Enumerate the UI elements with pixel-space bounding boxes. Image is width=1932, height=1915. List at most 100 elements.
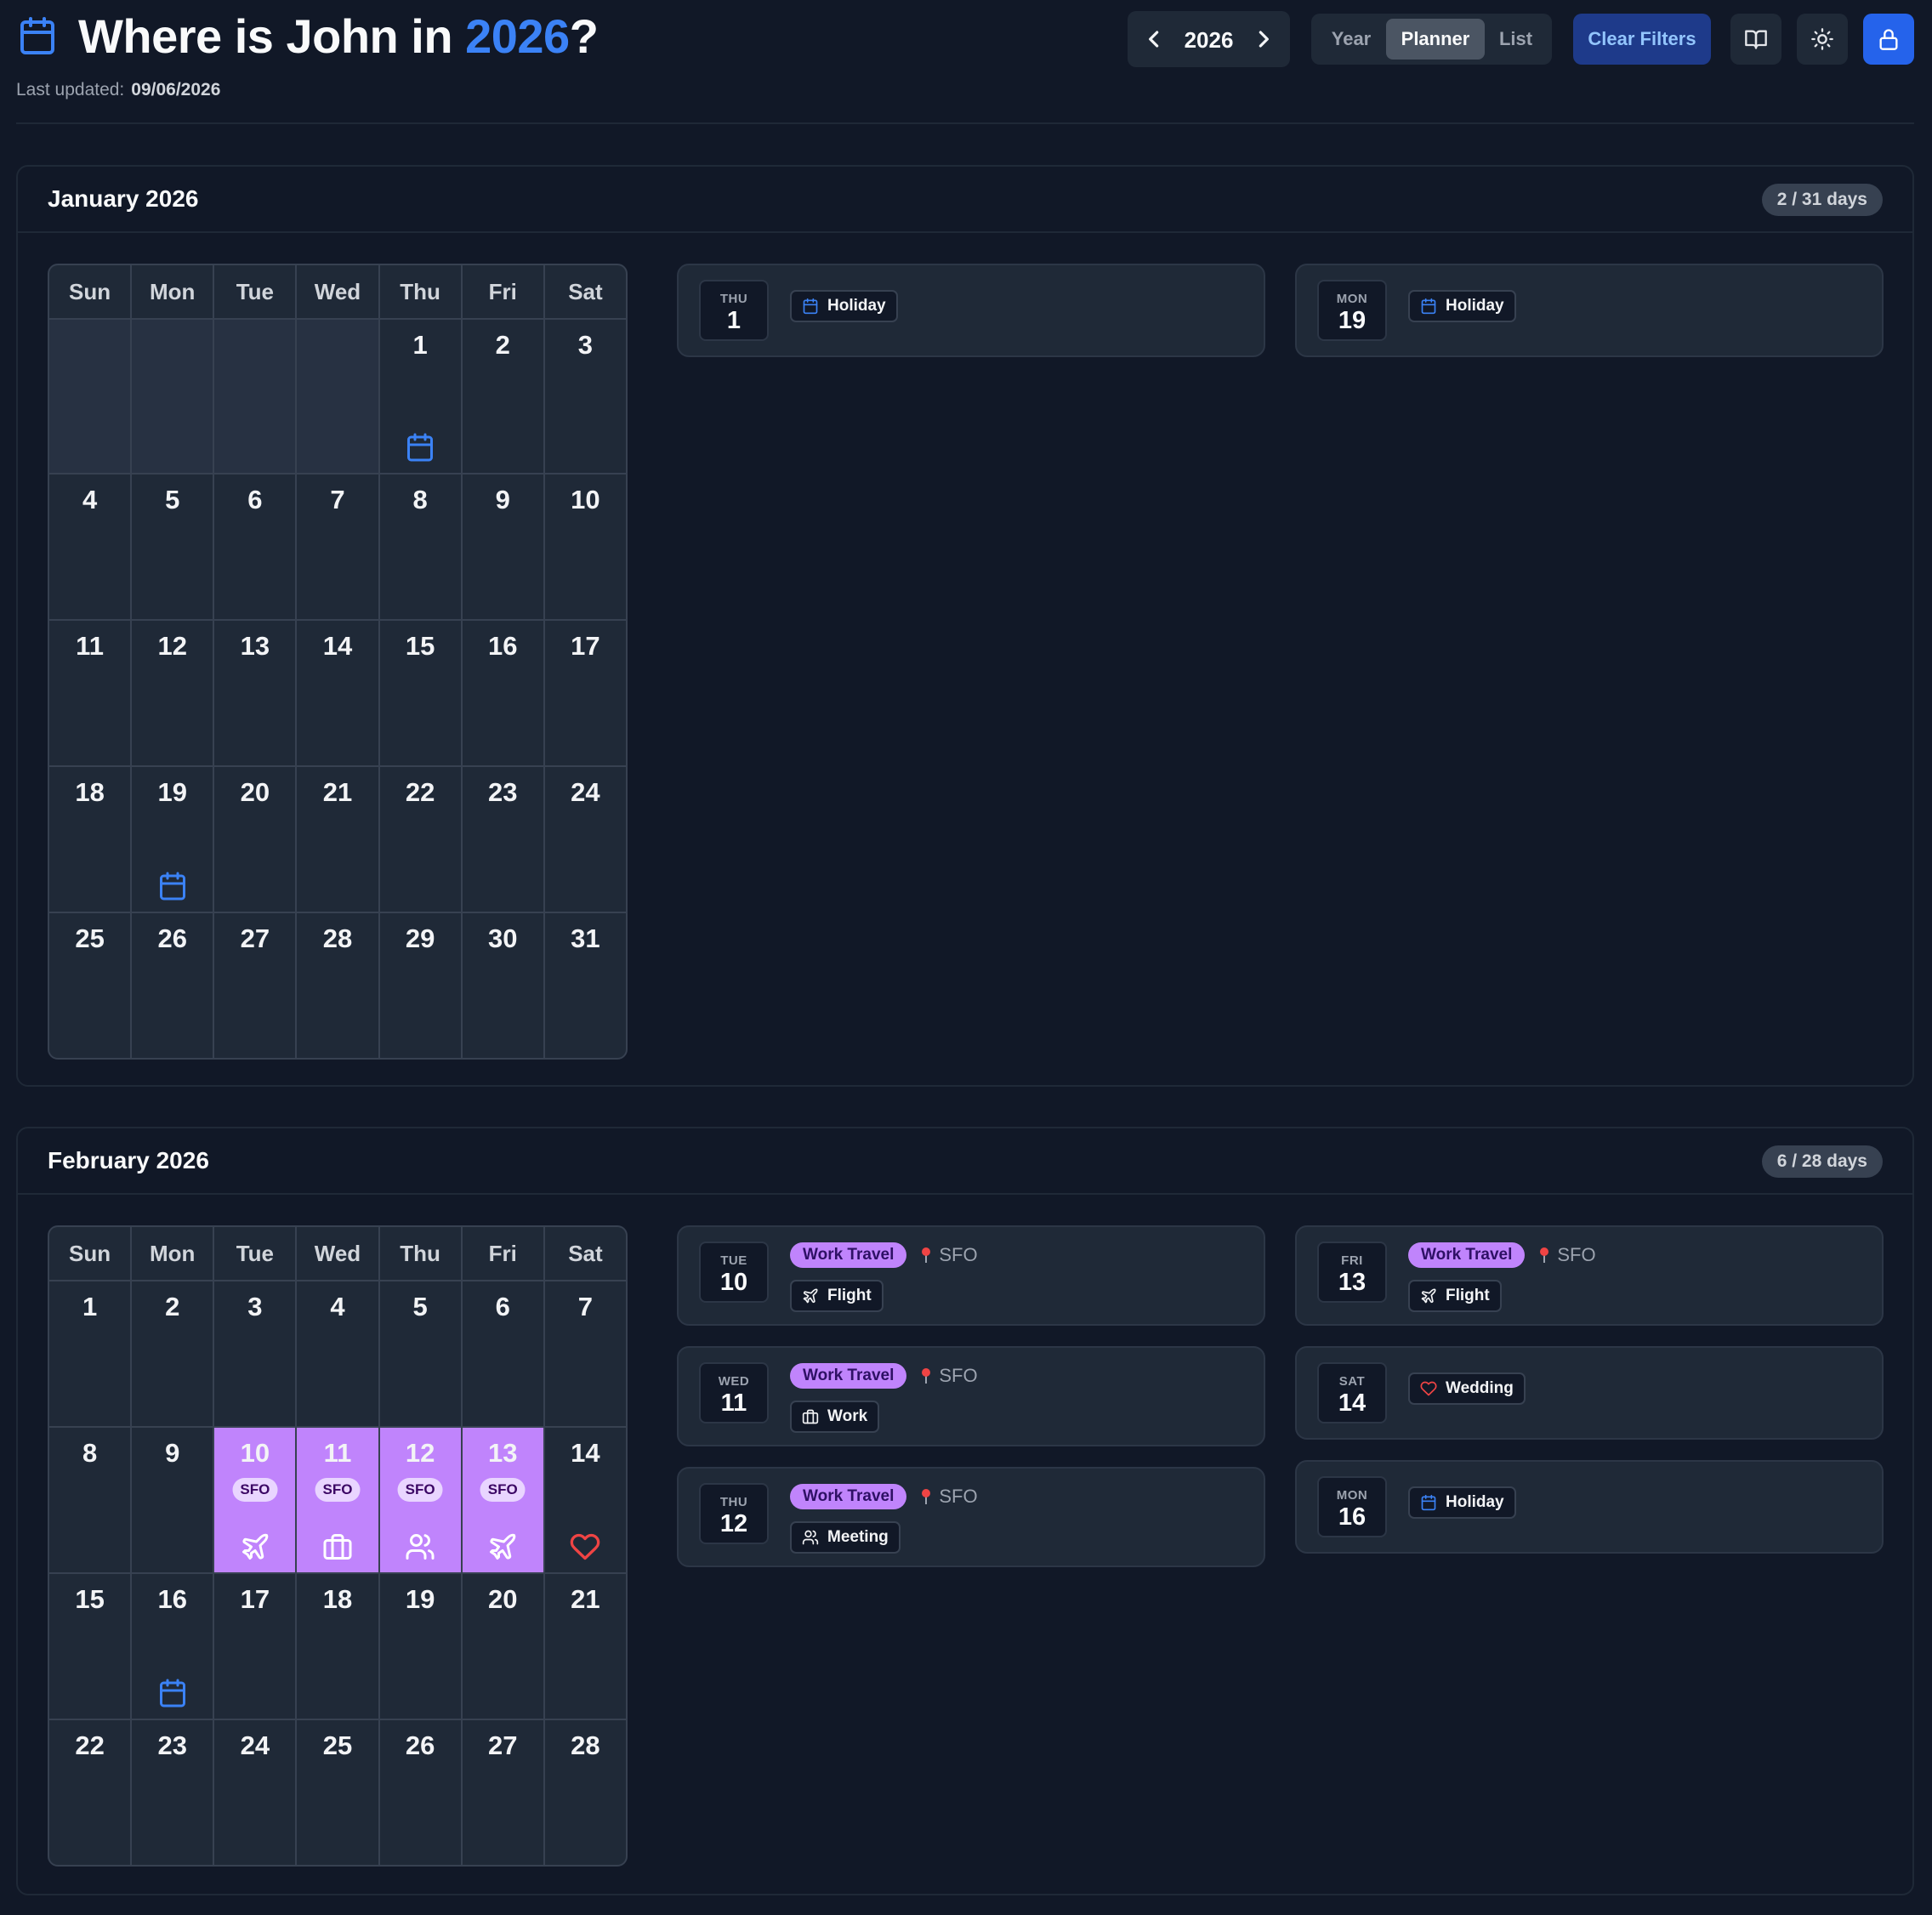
event-card[interactable]: THU 1 Holiday xyxy=(677,264,1265,357)
day-cell[interactable]: 25 xyxy=(297,1720,378,1865)
day-cell[interactable]: 27 xyxy=(214,913,296,1058)
day-cell[interactable]: 20 xyxy=(462,1574,543,1719)
day-cell[interactable]: 19 xyxy=(132,767,213,912)
day-cell[interactable]: 4 xyxy=(297,1281,378,1426)
day-number: 5 xyxy=(165,485,180,514)
day-cell[interactable]: 14 xyxy=(297,621,378,765)
day-cell[interactable]: 5 xyxy=(379,1281,461,1426)
day-cell[interactable]: 22 xyxy=(379,767,461,912)
day-cell[interactable]: 14 xyxy=(544,1428,626,1572)
event-card[interactable]: WED 11 Work Travel SFO Work xyxy=(677,1346,1265,1446)
map-pin-icon xyxy=(920,1247,932,1264)
day-cell[interactable]: 1 xyxy=(379,320,461,473)
day-cell[interactable]: 15 xyxy=(49,1574,131,1719)
event-card[interactable]: MON 16 Holiday xyxy=(1295,1460,1884,1554)
day-cell[interactable]: 8 xyxy=(49,1428,131,1572)
day-cell[interactable]: 22 xyxy=(49,1720,131,1865)
tab-list[interactable]: List xyxy=(1485,19,1547,60)
day-cell[interactable]: 16 xyxy=(132,1574,213,1719)
event-card[interactable]: TUE 10 Work Travel SFO Flight xyxy=(677,1225,1265,1326)
clear-filters-button[interactable]: Clear Filters xyxy=(1573,14,1711,65)
day-cell[interactable]: 12 SFO xyxy=(379,1428,461,1572)
day-cell[interactable]: 16 xyxy=(462,621,543,765)
day-cell[interactable]: 15 xyxy=(379,621,461,765)
day-cell[interactable]: 2 xyxy=(462,320,543,473)
weekday-label: Thu xyxy=(379,265,461,318)
event-card[interactable]: MON 19 Holiday xyxy=(1295,264,1884,357)
day-cell[interactable]: 25 xyxy=(49,913,131,1058)
day-cell[interactable]: 26 xyxy=(132,913,213,1058)
day-cell[interactable]: 4 xyxy=(49,474,131,619)
day-cell[interactable]: 21 xyxy=(544,1574,626,1719)
day-cell[interactable]: 5 xyxy=(132,474,213,619)
day-cell[interactable]: 19 xyxy=(379,1574,461,1719)
event-tags: Meeting xyxy=(790,1521,901,1554)
tab-planner[interactable]: Planner xyxy=(1386,19,1485,60)
event-card[interactable]: SAT 14 Wedding xyxy=(1295,1346,1884,1440)
event-day: 12 xyxy=(719,1510,748,1537)
month-day-count: 6 / 28 days xyxy=(1761,1145,1883,1178)
day-cell[interactable]: 18 xyxy=(49,767,131,912)
day-cell[interactable]: 26 xyxy=(379,1720,461,1865)
day-cell[interactable]: 7 xyxy=(297,474,378,619)
theme-toggle-button[interactable] xyxy=(1797,14,1848,65)
day-number: 10 xyxy=(571,485,600,514)
day-cell[interactable]: 11 SFO xyxy=(297,1428,378,1572)
day-cell[interactable]: 2 xyxy=(132,1281,213,1426)
weekday-label: Sat xyxy=(544,265,626,318)
header-divider xyxy=(16,122,1914,124)
day-cell[interactable]: 13 xyxy=(214,621,296,765)
day-cell[interactable]: 7 xyxy=(544,1281,626,1426)
day-cell[interactable]: 8 xyxy=(379,474,461,619)
day-cell[interactable]: 18 xyxy=(297,1574,378,1719)
event-meta: Work Travel SFO xyxy=(790,1242,978,1268)
event-tags: Holiday xyxy=(1408,290,1516,322)
day-cell[interactable]: 6 xyxy=(462,1281,543,1426)
day-cell[interactable]: 28 xyxy=(297,913,378,1058)
day-cell[interactable]: 17 xyxy=(214,1574,296,1719)
day-number: 6 xyxy=(247,485,263,514)
title-prefix: Where is John in xyxy=(78,9,466,63)
category-badge: Work Travel xyxy=(1408,1242,1526,1268)
day-cell[interactable]: 20 xyxy=(214,767,296,912)
lock-button[interactable] xyxy=(1863,14,1914,65)
day-number: 8 xyxy=(82,1438,98,1468)
day-number: 27 xyxy=(488,1730,518,1760)
day-number: 21 xyxy=(322,777,353,807)
day-cell[interactable]: 24 xyxy=(544,767,626,912)
day-cell[interactable]: 27 xyxy=(462,1720,543,1865)
day-cell[interactable]: 11 xyxy=(49,621,131,765)
event-card[interactable]: FRI 13 Work Travel SFO Flight xyxy=(1295,1225,1884,1326)
day-cell[interactable]: 30 xyxy=(462,913,543,1058)
day-cell[interactable]: 3 xyxy=(544,320,626,473)
event-tag: Wedding xyxy=(1408,1372,1526,1405)
chevron-right-icon[interactable] xyxy=(1249,26,1276,53)
day-cell[interactable]: 12 xyxy=(132,621,213,765)
day-cell[interactable]: 29 xyxy=(379,913,461,1058)
event-tag-label: Flight xyxy=(1446,1287,1490,1304)
event-card[interactable]: THU 12 Work Travel SFO Meeting xyxy=(677,1467,1265,1567)
chevron-left-icon[interactable] xyxy=(1141,26,1168,53)
day-cell[interactable]: 6 xyxy=(214,474,296,619)
day-cell[interactable]: 24 xyxy=(214,1720,296,1865)
category-badge: Work Travel xyxy=(790,1363,907,1389)
day-cell[interactable]: 21 xyxy=(297,767,378,912)
event-date-box: TUE 10 xyxy=(699,1242,769,1303)
day-cell[interactable]: 10 xyxy=(544,474,626,619)
day-cell[interactable]: 13 SFO xyxy=(462,1428,543,1572)
day-cell[interactable]: 28 xyxy=(544,1720,626,1865)
day-cell[interactable]: 23 xyxy=(132,1720,213,1865)
day-cell[interactable]: 9 xyxy=(132,1428,213,1572)
event-tag-label: Wedding xyxy=(1446,1379,1514,1397)
day-cell[interactable]: 10 SFO xyxy=(214,1428,296,1572)
day-cell[interactable]: 3 xyxy=(214,1281,296,1426)
day-cell[interactable]: 23 xyxy=(462,767,543,912)
guide-button[interactable] xyxy=(1730,14,1781,65)
month-section: February 2026 6 / 28 days Sun Mon Tue Wed Th… xyxy=(16,1127,1914,1895)
day-cell[interactable]: 31 xyxy=(544,913,626,1058)
day-cell[interactable]: 1 xyxy=(49,1281,131,1426)
day-cell[interactable]: 9 xyxy=(462,474,543,619)
day-number: 9 xyxy=(165,1438,180,1468)
day-cell[interactable]: 17 xyxy=(544,621,626,765)
tab-year[interactable]: Year xyxy=(1316,19,1386,60)
